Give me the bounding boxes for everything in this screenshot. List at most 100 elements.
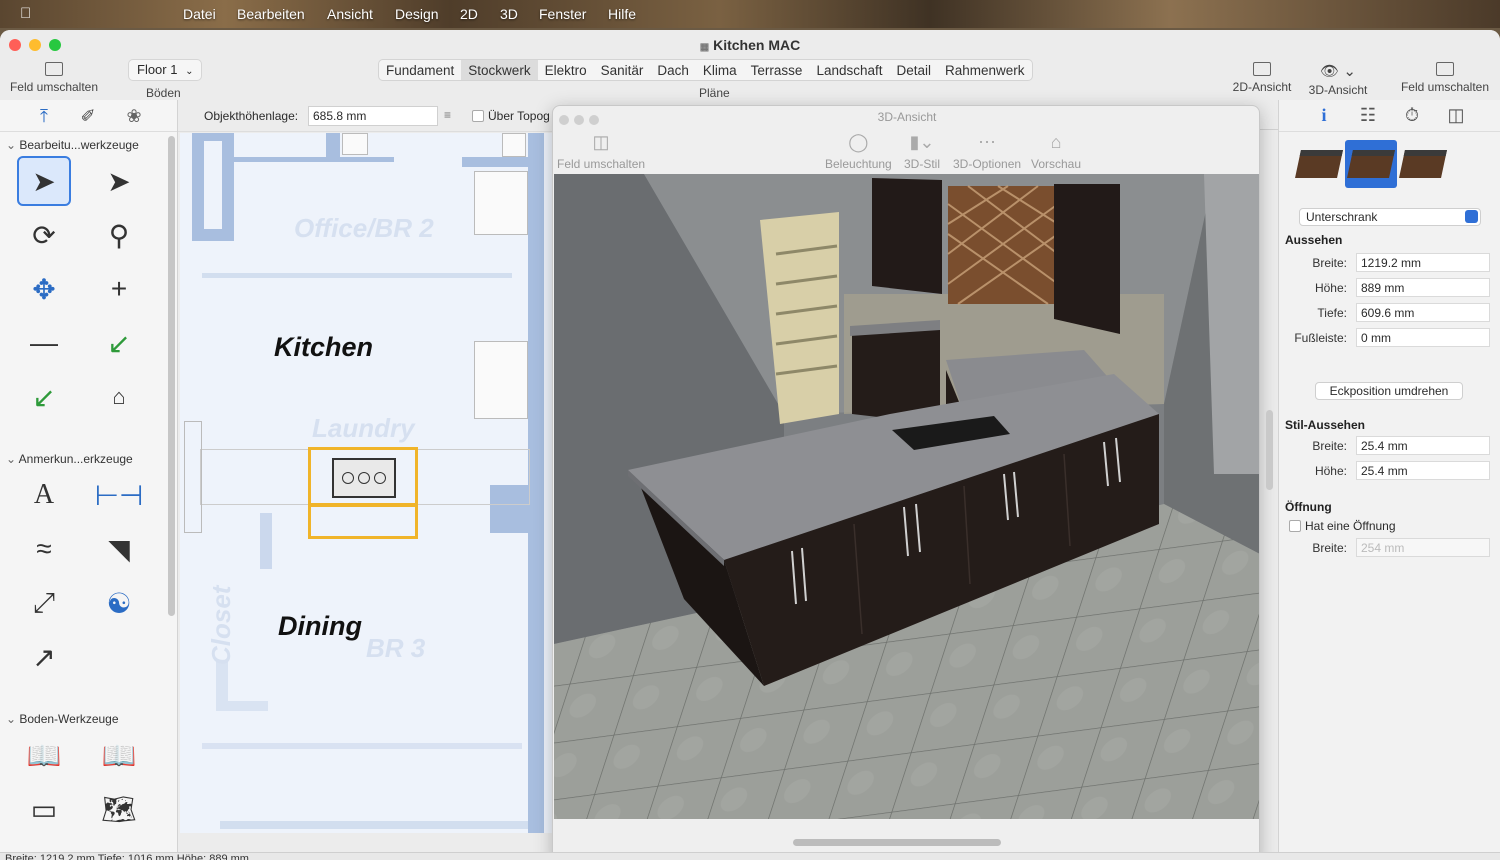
width-input[interactable]: 1219.2 mm — [1356, 253, 1490, 272]
lighting-label: Beleuchtung — [825, 157, 892, 171]
lighting-button[interactable]: ◯ Beleuchtung — [825, 132, 892, 171]
book-icon[interactable]: ◫ — [1445, 105, 1467, 127]
style-width-row: Breite: 25.4 mm — [1279, 436, 1500, 456]
paint-tab-icon[interactable]: ✐ — [78, 106, 98, 126]
view-2d-button[interactable]: 2D-Ansicht — [1228, 62, 1296, 94]
3d-render-viewport[interactable] — [554, 174, 1259, 819]
height-input[interactable]: 889 mm — [1356, 278, 1490, 297]
tree-tab-icon[interactable]: ❀ — [124, 106, 144, 126]
corner-tool[interactable]: ↙ — [17, 372, 71, 422]
cabinet-outline[interactable] — [502, 133, 526, 157]
text-tool[interactable]: A — [17, 470, 71, 520]
inspector-tabs: i ☷ ⏱ ◫ — [1279, 100, 1500, 132]
floor-book-add-tool[interactable]: 📖 — [92, 730, 146, 780]
cabinet-thumb-selected[interactable] — [1345, 140, 1397, 188]
cabinet-type-select[interactable]: Unterschrank — [1299, 208, 1481, 226]
toekick-input[interactable]: 0 mm — [1356, 328, 1490, 347]
break-mark-tool[interactable]: ≈ — [17, 524, 71, 574]
floor-book-tool[interactable]: 📖 — [17, 730, 71, 780]
tab-terrasse[interactable]: Terrasse — [744, 60, 810, 80]
tab-detail[interactable]: Detail — [890, 60, 939, 80]
style-height-label: Höhe: — [1314, 464, 1347, 478]
section-floor-tools[interactable]: ⌄ Boden-Werkzeuge — [6, 712, 119, 726]
elevation-input[interactable]: 685.8 mm — [308, 106, 438, 126]
view-3d-button[interactable]: 👁 ⌄ 3D-Ansicht — [1304, 62, 1372, 97]
cloud-tool[interactable]: ☯ — [92, 578, 146, 628]
chevron-down-icon: ⌄ — [6, 452, 17, 466]
cooktop[interactable] — [332, 458, 396, 498]
cabinet-outline[interactable] — [342, 133, 368, 155]
arrow-tool[interactable]: ↗ — [17, 632, 71, 682]
menu-fenster[interactable]: Fenster — [539, 6, 586, 22]
tools-tab-icon[interactable]: ⤒ — [34, 106, 54, 126]
section-edit-tools[interactable]: ⌄ Bearbeitu...werkzeuge — [6, 138, 139, 152]
house-tool[interactable]: ⌂ — [92, 372, 146, 422]
cabinet-thumb[interactable] — [1293, 140, 1345, 188]
break-line-tool[interactable]: — — [17, 318, 71, 368]
menu-ansicht[interactable]: Ansicht — [327, 6, 373, 22]
cabinet-outline[interactable] — [184, 421, 202, 533]
height-label: Höhe: — [1314, 281, 1347, 295]
wall — [234, 157, 394, 162]
pointer-star-icon: ➤ — [107, 165, 131, 197]
section-annotation-tools[interactable]: ⌄ Anmerkun...erkzeuge — [6, 452, 133, 466]
terrain-checkbox[interactable] — [472, 110, 484, 122]
sidebar-left-icon — [45, 62, 63, 76]
menu-2d[interactable]: 2D — [460, 6, 478, 22]
menu-datei[interactable]: Datei — [183, 6, 216, 22]
right-panel-toggle[interactable]: Feld umschalten — [1398, 62, 1492, 94]
select-special-tool[interactable]: ➤ — [92, 156, 146, 206]
cabinet-thumb[interactable] — [1397, 140, 1449, 188]
tab-dach[interactable]: Dach — [650, 60, 696, 80]
pan-tool[interactable]: ✥ — [17, 264, 71, 314]
style-height-input[interactable]: 25.4 mm — [1356, 461, 1490, 480]
style-3d-label: 3D-Stil — [904, 157, 941, 171]
zoom-tool[interactable]: ⚲ — [92, 210, 146, 260]
rotate-tool[interactable]: ⟳ — [17, 210, 71, 260]
flip-corner-button[interactable]: Eckposition umdrehen — [1315, 382, 1463, 400]
tab-rahmenwerk[interactable]: Rahmenwerk — [938, 60, 1032, 80]
palette-scrollbar[interactable] — [168, 136, 175, 616]
select-tool[interactable]: ➤ — [17, 156, 71, 206]
join-tool[interactable]: ↙ — [92, 318, 146, 368]
floor-map-tool[interactable]: 🗺 — [92, 784, 146, 834]
opening-heading: Öffnung — [1285, 500, 1332, 514]
depth-input[interactable]: 609.6 mm — [1356, 303, 1490, 322]
view-3d-panel-toggle[interactable]: ◫ Feld umschalten — [557, 132, 645, 171]
wall-cabinet — [872, 178, 942, 294]
tab-elektro[interactable]: Elektro — [538, 60, 594, 80]
preview-button[interactable]: ⌂ Vorschau — [1031, 132, 1081, 171]
menu-3d[interactable]: 3D — [500, 6, 518, 22]
tab-landschaft[interactable]: Landschaft — [809, 60, 889, 80]
dimension-tool[interactable]: ⊢⊣ — [92, 470, 146, 520]
floor-plan-canvas[interactable]: Office/BR 2 Laundry BR 3 Closet Kitchen … — [180, 133, 552, 833]
menu-bearbeiten[interactable]: Bearbeiten — [237, 6, 305, 22]
tab-fundament[interactable]: Fundament — [379, 60, 461, 80]
tab-stockwerk[interactable]: Stockwerk — [461, 60, 538, 80]
opening-checkbox[interactable] — [1289, 520, 1301, 532]
menu-hilfe[interactable]: Hilfe — [608, 6, 636, 22]
style-3d-button[interactable]: ▮⌄ 3D-Stil — [904, 132, 940, 171]
floor-sheet-tool[interactable]: ▭ — [17, 784, 71, 834]
options-3d-button[interactable]: ⋯ 3D-Optionen — [953, 132, 1021, 171]
tab-klima[interactable]: Klima — [696, 60, 744, 80]
floor-select[interactable]: Floor 1 ⌄ — [128, 59, 203, 81]
chair-icon[interactable]: ☷ — [1357, 105, 1379, 127]
style-heading: Stil-Aussehen — [1285, 418, 1366, 432]
leader-tool[interactable]: ⤢ — [17, 578, 71, 628]
list-icon[interactable]: ≡ — [444, 108, 451, 122]
left-panel-toggle[interactable]: Feld umschalten — [8, 62, 100, 94]
callout-tool[interactable]: ◥ — [92, 524, 146, 574]
menu-design[interactable]: Design — [395, 6, 439, 22]
inspector-scrollbar[interactable] — [1266, 410, 1273, 490]
cabinet-outline[interactable] — [474, 171, 528, 235]
tab-sanitaer[interactable]: Sanitär — [594, 60, 651, 80]
view-3d-scrollbar[interactable] — [793, 839, 1001, 846]
wall — [222, 133, 234, 241]
add-point-tool[interactable]: + — [92, 264, 146, 314]
apple-icon[interactable]:  — [20, 5, 31, 22]
style-width-input[interactable]: 25.4 mm — [1356, 436, 1490, 455]
cabinet-outline[interactable] — [474, 341, 528, 419]
info-icon[interactable]: i — [1313, 105, 1335, 127]
timer-icon[interactable]: ⏱ — [1401, 105, 1423, 127]
